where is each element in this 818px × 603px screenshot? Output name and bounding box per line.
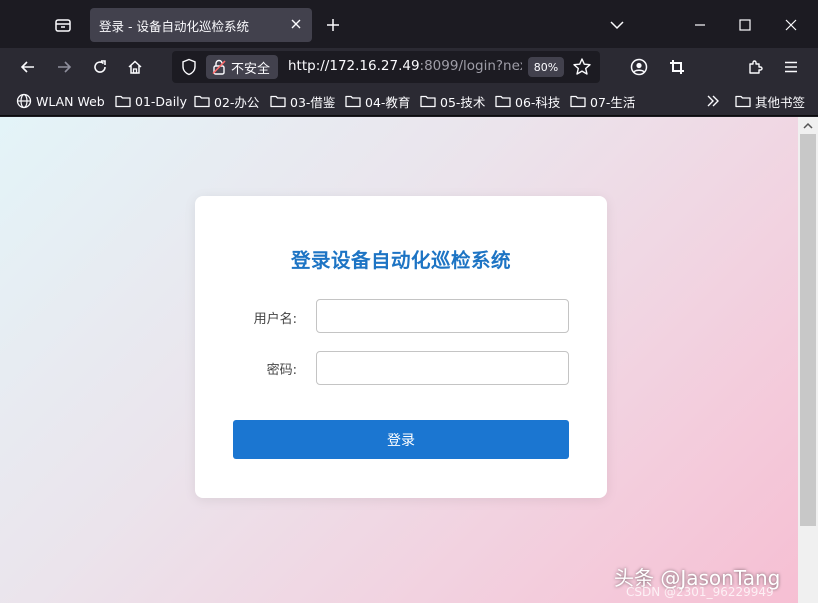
scroll-up-button[interactable] xyxy=(798,117,818,133)
back-button[interactable] xyxy=(15,54,41,80)
zoom-level-button[interactable]: 80% xyxy=(528,57,564,77)
close-icon xyxy=(291,19,301,29)
tab-list-button[interactable] xyxy=(50,13,76,37)
home-icon xyxy=(128,60,142,74)
scrollbar-thumb[interactable] xyxy=(800,134,816,526)
new-tab-button[interactable] xyxy=(322,14,344,36)
tab-title: 登录 - 设备自动化巡检系统 xyxy=(99,18,249,34)
folder-icon xyxy=(495,95,511,108)
folder-icon xyxy=(345,95,361,108)
folder-icon xyxy=(115,95,131,108)
account-button[interactable] xyxy=(626,54,652,80)
arrow-right-icon xyxy=(58,61,72,73)
username-input[interactable] xyxy=(316,299,569,333)
navigation-toolbar: 不安全 http://172.16.27.49:8099/login?nex 8… xyxy=(0,48,818,86)
folder-icon xyxy=(735,95,751,108)
folder-icon xyxy=(570,95,586,108)
other-bookmarks-folder[interactable]: 其他书签 xyxy=(735,91,805,111)
maximize-button[interactable] xyxy=(734,14,756,36)
page-scrollbar[interactable] xyxy=(798,117,818,603)
hamburger-menu-icon xyxy=(785,61,797,73)
watermark-subtext: CSDN @2301_96229949 xyxy=(626,585,774,599)
page-viewport: 登录设备自动化巡检系统 用户名: 密码: 登录 头条 @JasonTang CS… xyxy=(0,117,798,603)
bookmark-label: 其他书签 xyxy=(755,94,806,110)
password-input[interactable] xyxy=(316,351,569,385)
maximize-icon xyxy=(739,19,751,31)
bookmarks-overflow-button[interactable] xyxy=(706,91,724,111)
reload-button[interactable] xyxy=(87,54,113,80)
bookmark-folder-07[interactable]: 07-生活 xyxy=(570,91,635,111)
tab-bar: 登录 - 设备自动化巡检系统 xyxy=(0,0,818,48)
list-all-tabs-button[interactable] xyxy=(606,14,628,36)
connection-insecure-badge[interactable]: 不安全 xyxy=(206,55,279,79)
url-text[interactable]: http://172.16.27.49:8099/login?nex xyxy=(288,58,522,74)
puzzle-icon xyxy=(749,60,763,74)
folder-icon xyxy=(420,95,436,108)
globe-icon xyxy=(16,93,32,109)
arrow-left-icon xyxy=(20,61,34,73)
bookmark-folder-01-daily[interactable]: 01-Daily xyxy=(115,91,187,111)
bookmark-label: 06-科技 xyxy=(515,94,561,110)
address-bar[interactable]: 不安全 http://172.16.27.49:8099/login?nex 8… xyxy=(172,51,600,83)
bookmark-folder-06[interactable]: 06-科技 xyxy=(495,91,560,111)
minimize-button[interactable] xyxy=(689,14,711,36)
bookmark-folder-02[interactable]: 02-办公 xyxy=(194,91,259,111)
folder-icon xyxy=(194,95,210,108)
active-tab[interactable]: 登录 - 设备自动化巡检系统 xyxy=(90,8,312,42)
app-menu-button[interactable] xyxy=(778,54,804,80)
password-label: 密码: xyxy=(266,363,297,378)
bookmark-folder-04[interactable]: 04-教育 xyxy=(345,91,410,111)
minimize-icon xyxy=(695,24,705,26)
bookmark-label: 02-办公 xyxy=(214,94,260,110)
forward-button[interactable] xyxy=(51,54,77,80)
folder-icon xyxy=(270,95,286,108)
url-path: :8099/login?nex xyxy=(419,58,522,74)
chevron-up-icon xyxy=(803,122,813,129)
reload-icon xyxy=(94,60,106,73)
bookmark-label: 03-借鉴 xyxy=(290,94,336,110)
tab-close-button[interactable] xyxy=(288,16,304,32)
plus-icon xyxy=(327,19,339,31)
tracking-protection-shield-icon[interactable] xyxy=(180,58,198,76)
account-icon xyxy=(630,58,648,76)
insecure-lock-icon xyxy=(212,59,226,75)
tab-list-icon xyxy=(55,19,71,32)
bookmark-label: WLAN Web xyxy=(36,93,105,109)
bookmark-label: 04-教育 xyxy=(365,94,411,110)
bookmark-label: 05-技术 xyxy=(440,94,486,110)
bookmarks-toolbar: WLAN Web 01-Daily 02-办公 03-借鉴 04-教育 05-技… xyxy=(0,86,818,116)
extensions-button[interactable] xyxy=(742,54,768,80)
url-host: http://172.16.27.49 xyxy=(288,58,420,74)
window-close-button[interactable] xyxy=(780,14,802,36)
bookmark-label: 07-生活 xyxy=(590,94,636,110)
close-icon xyxy=(785,19,797,31)
login-card: 登录设备自动化巡检系统 用户名: 密码: 登录 xyxy=(195,196,607,498)
bookmark-folder-05[interactable]: 05-技术 xyxy=(420,91,485,111)
bookmark-wlan-web[interactable]: WLAN Web xyxy=(16,91,105,111)
chevron-down-icon xyxy=(610,21,624,30)
insecure-label: 不安全 xyxy=(231,61,271,77)
bookmark-folder-03[interactable]: 03-借鉴 xyxy=(270,91,335,111)
username-label: 用户名: xyxy=(253,312,297,327)
home-button[interactable] xyxy=(122,54,148,80)
bookmark-label: 01-Daily xyxy=(135,93,188,109)
login-submit-button[interactable]: 登录 xyxy=(233,420,569,459)
chevron-double-right-icon xyxy=(707,95,719,107)
login-title: 登录设备自动化巡检系统 xyxy=(290,249,511,272)
bookmark-star-icon[interactable] xyxy=(572,57,592,77)
crop-screenshot-button[interactable] xyxy=(664,54,690,80)
crop-icon xyxy=(670,60,684,74)
